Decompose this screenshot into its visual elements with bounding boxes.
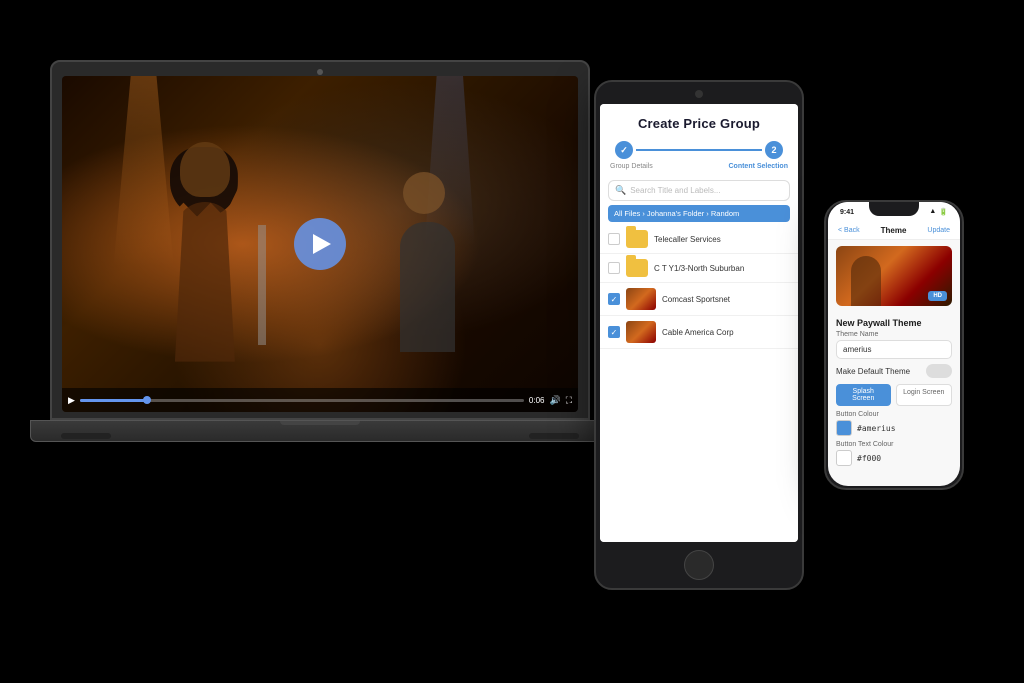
theme-name-label: Theme Name [836, 331, 952, 338]
tablet-search-bar[interactable]: 🔍 Search Title and Labels... [608, 180, 790, 201]
step-1-circle: ✓ [615, 141, 633, 159]
tablet-breadcrumb[interactable]: All Files › Johanna's Folder › Random [608, 205, 790, 222]
folder-icon-2 [626, 259, 648, 277]
file-name-2: C T Y1/3-North Suburban [654, 264, 790, 273]
file-name-3: Comcast Sportsnet [662, 295, 790, 304]
phone-back-button[interactable]: < Back [838, 227, 860, 234]
button-colour-row: #amerius [836, 420, 952, 436]
guitarist-head [403, 172, 445, 214]
mic-stand [258, 225, 266, 345]
screen-type-tabs: Splash Screen Login Screen [836, 384, 952, 406]
phone-notch [869, 202, 919, 216]
file-checkbox-4[interactable]: ✓ [608, 326, 620, 338]
laptop-camera [317, 69, 323, 75]
tablet-content: Create Price Group ✓ 2 Group Details Con… [600, 104, 798, 542]
splash-screen-tab[interactable]: Splash Screen [836, 384, 891, 406]
tablet-screen: Create Price Group ✓ 2 Group Details Con… [600, 104, 798, 542]
button-text-colour-value: #f000 [857, 454, 881, 463]
file-thumbnail-4 [626, 321, 656, 343]
tablet-camera [695, 90, 703, 98]
tablet-home-button[interactable] [684, 550, 714, 580]
volume-icon[interactable]: 🔊 [549, 395, 560, 406]
folder-icon-1 [626, 230, 648, 248]
guitarist-silhouette [385, 172, 485, 352]
laptop-foot-right [529, 433, 579, 439]
phone-video-quality-badge: HD [928, 291, 947, 301]
file-checkbox-3[interactable]: ✓ [608, 293, 620, 305]
laptop-screen: ▶ 0:06 🔊 ⛶ [62, 76, 578, 412]
file-item-1[interactable]: Telecaller Services [600, 225, 798, 254]
progress-dot [143, 396, 151, 404]
progress-bar[interactable] [80, 399, 524, 402]
laptop-bezel: ▶ 0:06 🔊 ⛶ [50, 60, 590, 420]
default-theme-toggle[interactable] [926, 364, 952, 378]
breadcrumb-text: All Files › Johanna's Folder › Random [614, 209, 739, 218]
file-checkbox-1[interactable] [608, 233, 620, 245]
singer-head [180, 142, 230, 197]
thumbnail-image-3 [626, 288, 656, 310]
file-name-4: Cable America Corp [662, 328, 790, 337]
signal-icon: ▲ [929, 208, 936, 216]
phone-section-title: New Paywall Theme [828, 312, 960, 331]
guitarist-body [400, 222, 455, 352]
progress-fill [80, 399, 147, 402]
login-screen-tab[interactable]: Login Screen [896, 384, 953, 406]
phone-screen-title: Theme [881, 226, 907, 235]
phone-time: 9:41 [840, 209, 854, 216]
step-1-label: Group Details [610, 163, 653, 170]
button-text-colour-label: Button Text Colour [836, 441, 952, 448]
phone-update-button[interactable]: Update [927, 227, 950, 234]
file-item-2[interactable]: C T Y1/3-North Suburban [600, 254, 798, 283]
step-line [636, 149, 762, 151]
concert-background: ▶ 0:06 🔊 ⛶ [62, 76, 578, 412]
scene: ▶ 0:06 🔊 ⛶ [0, 0, 1024, 683]
search-icon: 🔍 [615, 185, 626, 196]
phone: 9:41 ▲ 🔋 < Back Theme Update HD New Payw… [824, 200, 964, 490]
tablet: Create Price Group ✓ 2 Group Details Con… [594, 80, 804, 590]
file-item-3[interactable]: ✓ Comcast Sportsnet [600, 283, 798, 316]
laptop-base [30, 420, 610, 442]
play-control-icon[interactable]: ▶ [68, 395, 75, 406]
phone-video-content [851, 256, 881, 306]
phone-screen: 9:41 ▲ 🔋 < Back Theme Update HD New Payw… [828, 202, 960, 486]
video-controls-bar: ▶ 0:06 🔊 ⛶ [62, 388, 578, 412]
search-placeholder-text: Search Title and Labels... [630, 186, 720, 195]
phone-nav-bar: < Back Theme Update [828, 222, 960, 240]
wifi-icon: 🔋 [939, 208, 948, 216]
step-2-label: Content Selection [728, 163, 788, 170]
phone-form: Theme Name amerius Make Default Theme Sp… [828, 331, 960, 466]
default-theme-row: Make Default Theme [836, 364, 952, 378]
theme-name-input[interactable]: amerius [836, 340, 952, 359]
video-time: 0:06 [529, 396, 545, 405]
tablet-modal-title: Create Price Group [600, 104, 798, 137]
laptop: ▶ 0:06 🔊 ⛶ [50, 60, 630, 480]
step-labels: Group Details Content Selection [600, 161, 798, 176]
laptop-foot-left [61, 433, 111, 439]
default-theme-label: Make Default Theme [836, 367, 910, 376]
fullscreen-icon[interactable]: ⛶ [566, 395, 572, 406]
step-2-circle: 2 [765, 141, 783, 159]
button-text-colour-row: #f000 [836, 450, 952, 466]
phone-status-icons: ▲ 🔋 [929, 208, 948, 216]
file-item-4[interactable]: ✓ Cable America Corp [600, 316, 798, 349]
singer-body [175, 202, 235, 362]
file-name-1: Telecaller Services [654, 235, 790, 244]
tablet-steps: ✓ 2 [600, 137, 798, 161]
file-thumbnail-3 [626, 288, 656, 310]
phone-video-thumbnail[interactable]: HD [836, 246, 952, 306]
file-checkbox-2[interactable] [608, 262, 620, 274]
thumbnail-image-4 [626, 321, 656, 343]
play-icon [313, 234, 331, 254]
button-text-colour-swatch[interactable] [836, 450, 852, 466]
button-colour-swatch[interactable] [836, 420, 852, 436]
button-colour-label: Button Colour [836, 411, 952, 418]
button-colour-value: #amerius [857, 424, 896, 433]
play-button[interactable] [294, 218, 346, 270]
laptop-hinge [280, 421, 360, 425]
